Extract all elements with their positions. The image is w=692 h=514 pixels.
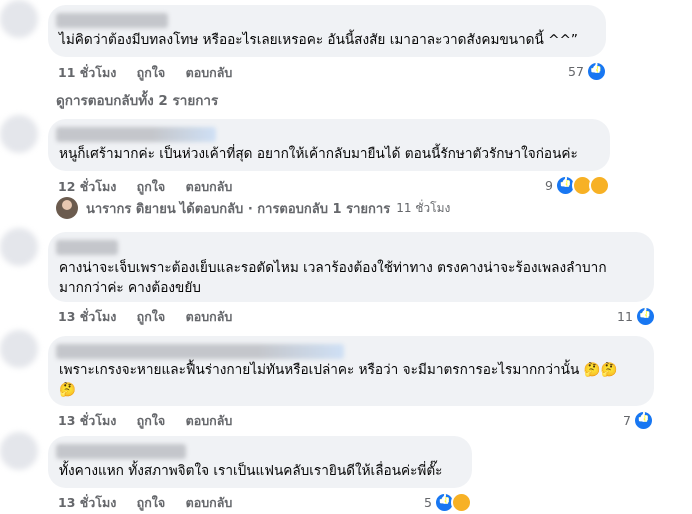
reaction-count: 5 (424, 495, 432, 510)
like-reaction-icon (585, 61, 607, 82)
comment-time[interactable]: 13 ชั่วโมง (58, 495, 116, 510)
reply-avatar (56, 197, 78, 219)
comment-actions: 11 ชั่วโมง ถูกใจ ตอบกลับ (58, 63, 248, 83)
reply-author-name[interactable]: นารากร ดิยายน (86, 198, 176, 219)
reply-time: 11 ชั่วโมง (396, 200, 451, 215)
avatar[interactable] (0, 115, 38, 153)
reaction-summary[interactable]: 7 (623, 410, 654, 431)
avatar[interactable] (0, 432, 38, 470)
comment-time[interactable]: 11 ชั่วโมง (58, 65, 116, 80)
comment-text: มากกว่าค่ะ คางต้องขยับ (59, 280, 201, 296)
comment-text: หนูก็เศร้ามากค่ะ เป็นห่วงเค้าที่สุด อยาก… (59, 146, 578, 162)
reaction-count: 9 (545, 178, 553, 193)
like-button[interactable]: ถูกใจ (137, 309, 166, 324)
care-reaction-icon (450, 492, 472, 513)
like-button[interactable]: ถูกใจ (137, 495, 166, 510)
commenter-name-blurred[interactable] (56, 127, 216, 142)
reply-summary[interactable]: นารากร ดิยายน ได้ตอบกลับ · การตอบกลับ 1 … (56, 197, 450, 219)
comment-actions: 13 ชั่วโมง ถูกใจ ตอบกลับ (58, 307, 248, 327)
comment-time[interactable]: 13 ชั่วโมง (58, 309, 116, 324)
comment-bubble: คางน่าจะเจ็บเพราะต้องเย็บและรอตัดไหม เวล… (48, 232, 654, 302)
like-reaction-icon (632, 410, 654, 431)
reaction-summary[interactable]: 11 (617, 306, 656, 327)
comment-text: ทั้งคางแหก ทั้งสภาพจิตใจ เราเป็นแฟนคลับเ… (59, 463, 443, 479)
comment-actions: 13 ชั่วโมง ถูกใจ ตอบกลับ (58, 493, 248, 513)
commenter-name-blurred[interactable] (56, 344, 344, 359)
reply-button[interactable]: ตอบกลับ (186, 495, 233, 510)
commenter-name-blurred[interactable] (56, 240, 118, 255)
comment-bubble: เพราะเกรงจะหายและฟื้นร่างกายไม่ทันหรือเป… (48, 336, 654, 406)
comment-text: ไม่คิดว่าต้องมีบทลงโทษ หรืออะไรเลยเหรอคะ… (59, 32, 578, 48)
comment-actions: 12 ชั่วโมง ถูกใจ ตอบกลับ (58, 177, 248, 197)
reaction-count: 11 (617, 309, 633, 324)
comment-bubble: ไม่คิดว่าต้องมีบทลงโทษ หรืออะไรเลยเหรอคะ… (48, 5, 606, 57)
view-replies-link[interactable]: ดูการตอบกลับทั้ง 2 รายการ (56, 89, 218, 111)
comment-actions: 13 ชั่วโมง ถูกใจ ตอบกลับ (58, 411, 248, 431)
reaction-count: 57 (568, 64, 584, 79)
comment-bubble: หนูก็เศร้ามากค่ะ เป็นห่วงเค้าที่สุด อยาก… (48, 119, 610, 171)
comment-bubble: ทั้งคางแหก ทั้งสภาพจิตใจ เราเป็นแฟนคลับเ… (48, 436, 472, 488)
like-button[interactable]: ถูกใจ (137, 179, 166, 194)
reply-button[interactable]: ตอบกลับ (186, 309, 233, 324)
like-button[interactable]: ถูกใจ (137, 413, 166, 428)
comment-text: 🤔 (59, 382, 76, 398)
reaction-summary[interactable]: 5 (424, 492, 472, 513)
like-button[interactable]: ถูกใจ (137, 65, 166, 80)
like-reaction-icon (634, 306, 656, 327)
avatar[interactable] (0, 0, 38, 38)
reaction-count: 7 (623, 413, 631, 428)
comment-text: คางน่าจะเจ็บเพราะต้องเย็บและรอตัดไหม เวล… (59, 260, 607, 276)
comment-text: เพราะเกรงจะหายและฟื้นร่างกายไม่ทันหรือเป… (59, 362, 618, 378)
commenter-name-blurred[interactable] (56, 444, 186, 459)
reaction-summary[interactable]: 57 (568, 61, 607, 82)
avatar[interactable] (0, 228, 38, 266)
commenter-name-blurred[interactable] (56, 13, 168, 28)
haha-reaction-icon (588, 175, 610, 196)
reply-button[interactable]: ตอบกลับ (186, 65, 233, 80)
reply-button[interactable]: ตอบกลับ (186, 179, 233, 194)
avatar[interactable] (0, 330, 38, 368)
reaction-summary[interactable]: 9 (545, 175, 610, 196)
reply-button[interactable]: ตอบกลับ (186, 413, 233, 428)
reply-summary-text[interactable]: ได้ตอบกลับ · การตอบกลับ 1 รายการ (180, 198, 390, 219)
comment-time[interactable]: 12 ชั่วโมง (58, 179, 116, 194)
comment-time[interactable]: 13 ชั่วโมง (58, 413, 116, 428)
